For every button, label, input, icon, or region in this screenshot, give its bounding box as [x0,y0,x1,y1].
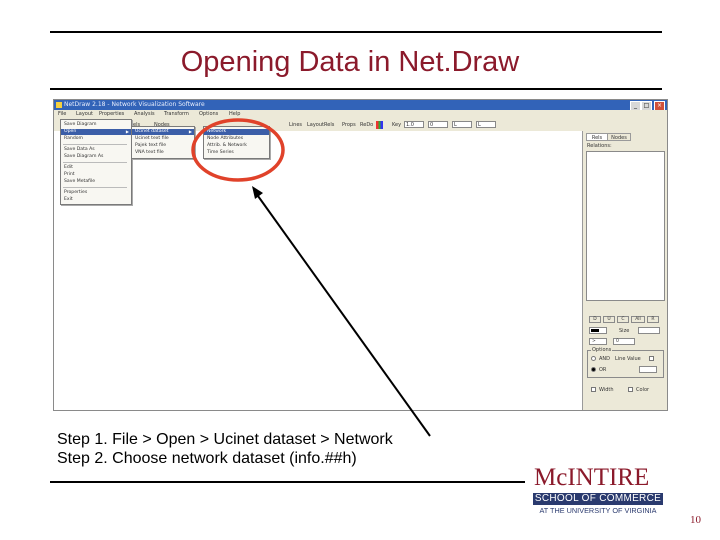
pointer-arrow-head [252,186,263,199]
instruction-step-1: Step 1. File > Open > Ucinet dataset > N… [57,431,393,448]
footer-rule [50,481,525,483]
highlight-ellipse [191,118,285,182]
instruction-step-2: Step 2. Choose network dataset (info.##h… [57,450,357,467]
pointer-arrow-line [257,195,431,437]
logo-university: AT THE UNIVERSITY OF VIRGINIA [539,506,657,515]
logo-wordmark: McINTIRE [534,464,650,491]
page-number: 10 [690,514,701,526]
mcintire-logo: McINTIRE SCHOOL OF COMMERCE AT THE UNIVE… [530,464,664,516]
instruction-steps: Step 1. File > Open > Ucinet dataset > N… [57,430,393,468]
logo-school: SCHOOL OF COMMERCE [533,493,663,505]
